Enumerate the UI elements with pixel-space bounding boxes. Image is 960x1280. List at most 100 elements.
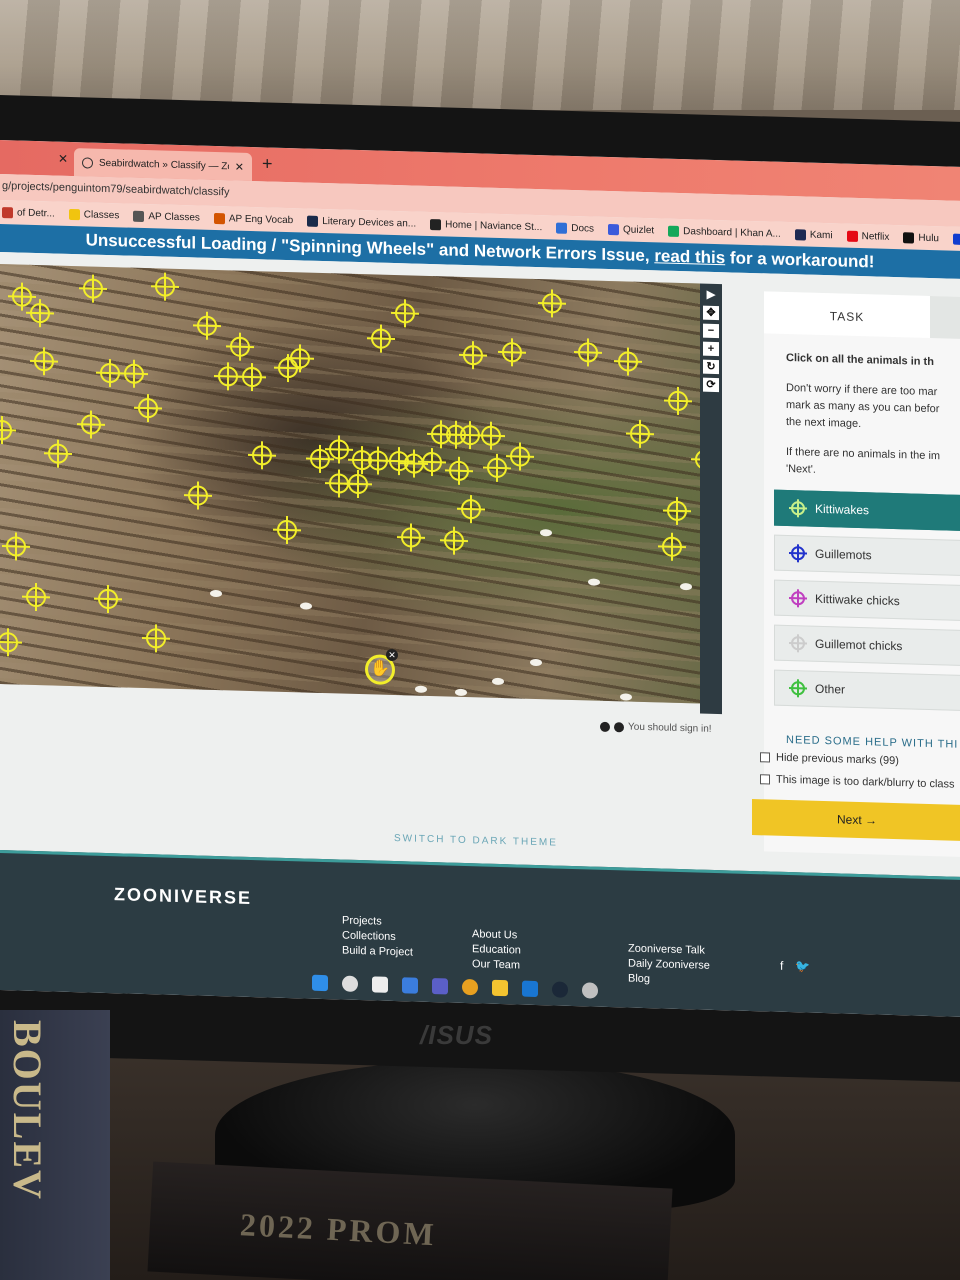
annotation-mark[interactable] xyxy=(463,344,483,366)
windows-start-icon[interactable] xyxy=(312,974,328,992)
store-icon[interactable] xyxy=(522,980,538,998)
chat-icon[interactable] xyxy=(432,978,448,995)
facebook-icon[interactable]: f xyxy=(780,959,783,973)
bookmark-item[interactable]: Disney+ | S xyxy=(953,233,960,246)
next-button[interactable]: Next → xyxy=(752,799,960,841)
annotation-mark[interactable] xyxy=(252,445,272,466)
reset-icon[interactable]: ⟳ xyxy=(703,377,719,393)
zooniverse-logo[interactable]: ZOONIVERSE xyxy=(114,884,252,909)
banner-link[interactable]: read this xyxy=(654,246,725,267)
annotation-mark[interactable] xyxy=(218,366,238,387)
footer-link[interactable]: Daily Zooniverse xyxy=(628,958,710,972)
annotation-mark[interactable] xyxy=(6,536,26,557)
annotation-mark[interactable] xyxy=(12,286,32,307)
annotation-mark[interactable] xyxy=(290,348,310,369)
invert-icon[interactable] xyxy=(600,721,610,732)
footer-link[interactable]: About Us xyxy=(472,928,521,941)
annotation-mark[interactable] xyxy=(667,500,687,522)
annotation-mark[interactable] xyxy=(449,460,469,482)
annotation-mark[interactable] xyxy=(0,419,12,441)
annotation-mark[interactable] xyxy=(230,336,250,357)
close-tab-icon[interactable]: ✕ xyxy=(58,152,68,166)
annotation-mark[interactable] xyxy=(81,414,101,435)
footer-link[interactable]: Zooniverse Talk xyxy=(628,943,710,957)
annotation-mark[interactable] xyxy=(431,424,451,445)
chrome-canary-icon[interactable] xyxy=(582,982,598,999)
annotation-mark[interactable] xyxy=(146,628,166,649)
rotate-icon[interactable]: ↻ xyxy=(703,359,719,375)
steam-icon[interactable] xyxy=(552,981,568,998)
search-icon[interactable] xyxy=(342,975,358,992)
switch-dark-theme-link[interactable]: SWITCH TO DARK THEME xyxy=(394,833,558,849)
annotation-mark[interactable] xyxy=(618,351,638,372)
annotation-mark[interactable] xyxy=(310,448,330,470)
annotation-mark[interactable] xyxy=(100,362,120,384)
annotation-mark[interactable] xyxy=(329,473,349,494)
annotation-mark[interactable] xyxy=(662,536,682,558)
annotation-mark[interactable] xyxy=(0,631,18,653)
annotation-mark[interactable] xyxy=(395,303,415,324)
annotation-mark[interactable] xyxy=(444,530,464,551)
bookmark-item[interactable]: Literary Devices an... xyxy=(307,215,416,229)
choice-guillemots[interactable]: Guillemots xyxy=(774,534,960,577)
pointer-tool-icon[interactable]: ▶ xyxy=(703,287,719,303)
annotation-mark[interactable] xyxy=(487,457,507,479)
annotation-mark[interactable] xyxy=(197,315,217,337)
annotation-mark[interactable] xyxy=(542,293,562,314)
subject-image[interactable]: ✋ ✕ xyxy=(0,264,700,704)
annotation-mark[interactable] xyxy=(242,366,262,388)
new-tab-icon[interactable]: + xyxy=(262,153,273,174)
bookmark-item[interactable]: of Detr... xyxy=(2,206,55,219)
bookmark-item[interactable]: Netflix xyxy=(846,230,889,242)
info-icon[interactable] xyxy=(614,721,624,732)
choice-kittiwakes[interactable]: Kittiwakes xyxy=(774,489,960,532)
annotation-mark[interactable] xyxy=(98,588,118,610)
file-explorer-icon[interactable] xyxy=(492,979,508,997)
annotation-mark[interactable] xyxy=(630,423,650,445)
tab-tutorial[interactable] xyxy=(930,295,960,339)
move-tool-icon[interactable]: ✥ xyxy=(703,305,719,321)
bookmark-item[interactable]: Home | Naviance St... xyxy=(430,218,542,233)
checkbox-box[interactable] xyxy=(760,774,770,785)
annotation-mark[interactable] xyxy=(502,342,522,363)
annotation-mark[interactable] xyxy=(401,527,421,548)
footer-link[interactable]: Projects xyxy=(342,915,413,929)
bookmark-item[interactable]: Classes xyxy=(68,208,119,221)
bookmark-item[interactable]: AP Eng Vocab xyxy=(213,212,293,226)
bookmark-item[interactable]: Hulu xyxy=(903,231,939,244)
annotation-mark[interactable] xyxy=(124,363,144,385)
annotation-mark[interactable] xyxy=(352,449,372,471)
zoom-out-icon[interactable]: − xyxy=(703,323,719,339)
bookmark-item[interactable]: AP Classes xyxy=(133,210,200,223)
annotation-mark[interactable] xyxy=(371,328,391,349)
tab-task[interactable]: TASK xyxy=(764,291,930,338)
annotation-mark[interactable] xyxy=(34,350,54,372)
annotation-mark[interactable] xyxy=(668,390,688,412)
signin-notice[interactable]: You should sign in! xyxy=(628,722,712,735)
task-view-icon[interactable] xyxy=(372,976,388,993)
annotation-mark[interactable] xyxy=(188,485,208,506)
zoom-in-icon[interactable]: + xyxy=(703,341,719,357)
footer-link[interactable]: Collections xyxy=(342,930,413,944)
annotation-mark[interactable] xyxy=(26,586,46,608)
need-help-link[interactable]: NEED SOME HELP WITH THI xyxy=(786,734,958,751)
widgets-icon[interactable] xyxy=(402,977,418,994)
hide-marks-checkbox[interactable]: Hide previous marks (99) xyxy=(760,751,899,767)
too-dark-checkbox[interactable]: This image is too dark/blurry to class xyxy=(760,773,955,791)
bookmark-item[interactable]: Docs xyxy=(556,222,594,234)
bookmark-item[interactable]: Dashboard | Khan A... xyxy=(668,225,781,239)
annotation-mark[interactable] xyxy=(48,443,68,464)
footer-link[interactable]: Our Team xyxy=(472,958,521,971)
annotation-mark[interactable] xyxy=(277,519,297,541)
footer-link[interactable]: Build a Project xyxy=(342,945,413,959)
choice-kittiwake-chicks[interactable]: Kittiwake chicks xyxy=(774,579,960,622)
choice-other[interactable]: Other xyxy=(774,669,960,712)
footer-link[interactable]: Education xyxy=(472,943,521,956)
annotation-mark[interactable] xyxy=(389,450,409,472)
annotation-mark[interactable] xyxy=(481,425,501,446)
annotation-mark[interactable] xyxy=(578,342,598,363)
bookmark-item[interactable]: Kami xyxy=(794,228,833,241)
chrome-icon[interactable] xyxy=(462,978,478,996)
annotation-mark[interactable] xyxy=(510,446,530,467)
annotation-mark[interactable] xyxy=(329,439,349,460)
